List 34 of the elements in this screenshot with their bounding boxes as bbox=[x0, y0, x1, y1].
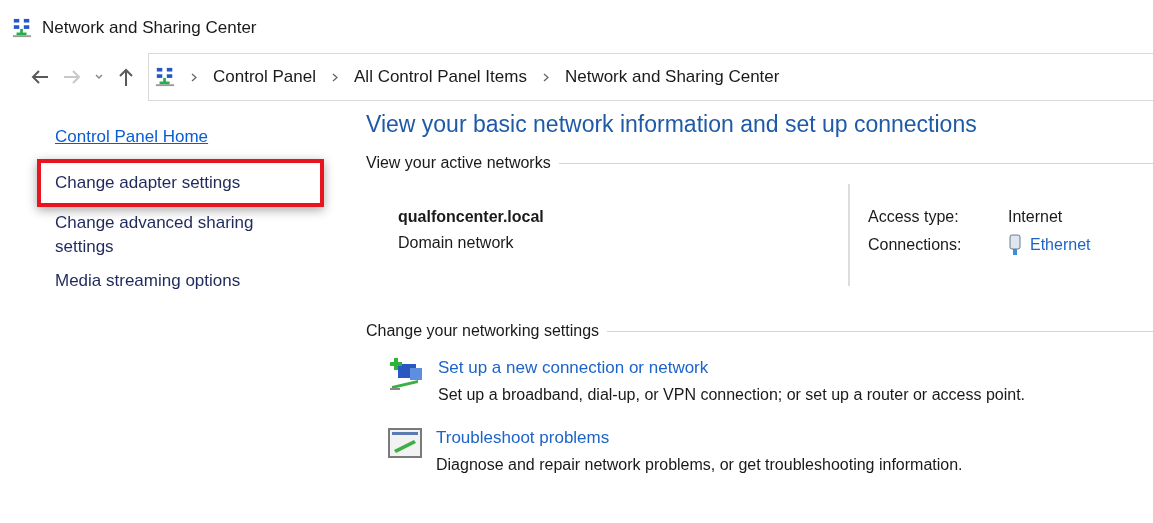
breadcrumb[interactable]: All Control Panel Items bbox=[354, 67, 527, 87]
chevron-icon bbox=[191, 72, 197, 82]
home-link[interactable]: Control Panel Home bbox=[55, 125, 285, 149]
sidebar-link[interactable]: Media streaming options bbox=[55, 269, 285, 293]
task-link[interactable]: Set up a new connection or network bbox=[438, 358, 1025, 378]
page-heading: View your basic network information and set up connections bbox=[366, 111, 978, 138]
task-description: Set up a broadband, dial-up, or VPN connection; or set up a router or access point. bbox=[438, 386, 1025, 404]
up-arrow-icon bbox=[118, 67, 134, 87]
troubleshoot-icon bbox=[388, 428, 422, 458]
section-title: View your active networks bbox=[366, 154, 551, 172]
chevron-icon bbox=[542, 72, 549, 82]
ethernet-link[interactable]: Ethernet bbox=[1030, 236, 1091, 254]
network-icon bbox=[155, 67, 175, 87]
caret-icon bbox=[94, 73, 104, 81]
right-arrow-icon bbox=[62, 69, 82, 85]
window-title: Network and Sharing Center bbox=[42, 18, 257, 38]
address-bar[interactable]: Control Panel All Control Panel Items Network and Sharing Center bbox=[148, 53, 1153, 101]
sidebar-link[interactable]: Change adapter settings bbox=[55, 171, 285, 195]
network-type: Domain network bbox=[398, 234, 515, 252]
task-description: Diagnose and repair network problems, or get troubleshooting information. bbox=[436, 456, 963, 474]
ethernet-icon bbox=[1008, 234, 1022, 256]
connections-label: Connections: bbox=[868, 235, 963, 255]
network-icon bbox=[12, 18, 32, 38]
access-type-value: Internet bbox=[1008, 208, 1064, 226]
left-arrow-icon bbox=[30, 69, 50, 85]
network-name: qualfoncenter.local bbox=[398, 208, 545, 226]
network-add-icon bbox=[388, 358, 424, 392]
access-type-label: Access type: bbox=[868, 208, 960, 226]
chevron-icon bbox=[332, 72, 338, 82]
sidebar-link[interactable]: Change advanced sharing settings bbox=[55, 211, 285, 259]
section-title: Change your networking settings bbox=[366, 322, 600, 340]
task-link[interactable]: Troubleshoot problems bbox=[436, 428, 963, 448]
breadcrumb[interactable]: Control Panel bbox=[213, 67, 316, 87]
breadcrumb[interactable]: Network and Sharing Center bbox=[564, 67, 780, 87]
